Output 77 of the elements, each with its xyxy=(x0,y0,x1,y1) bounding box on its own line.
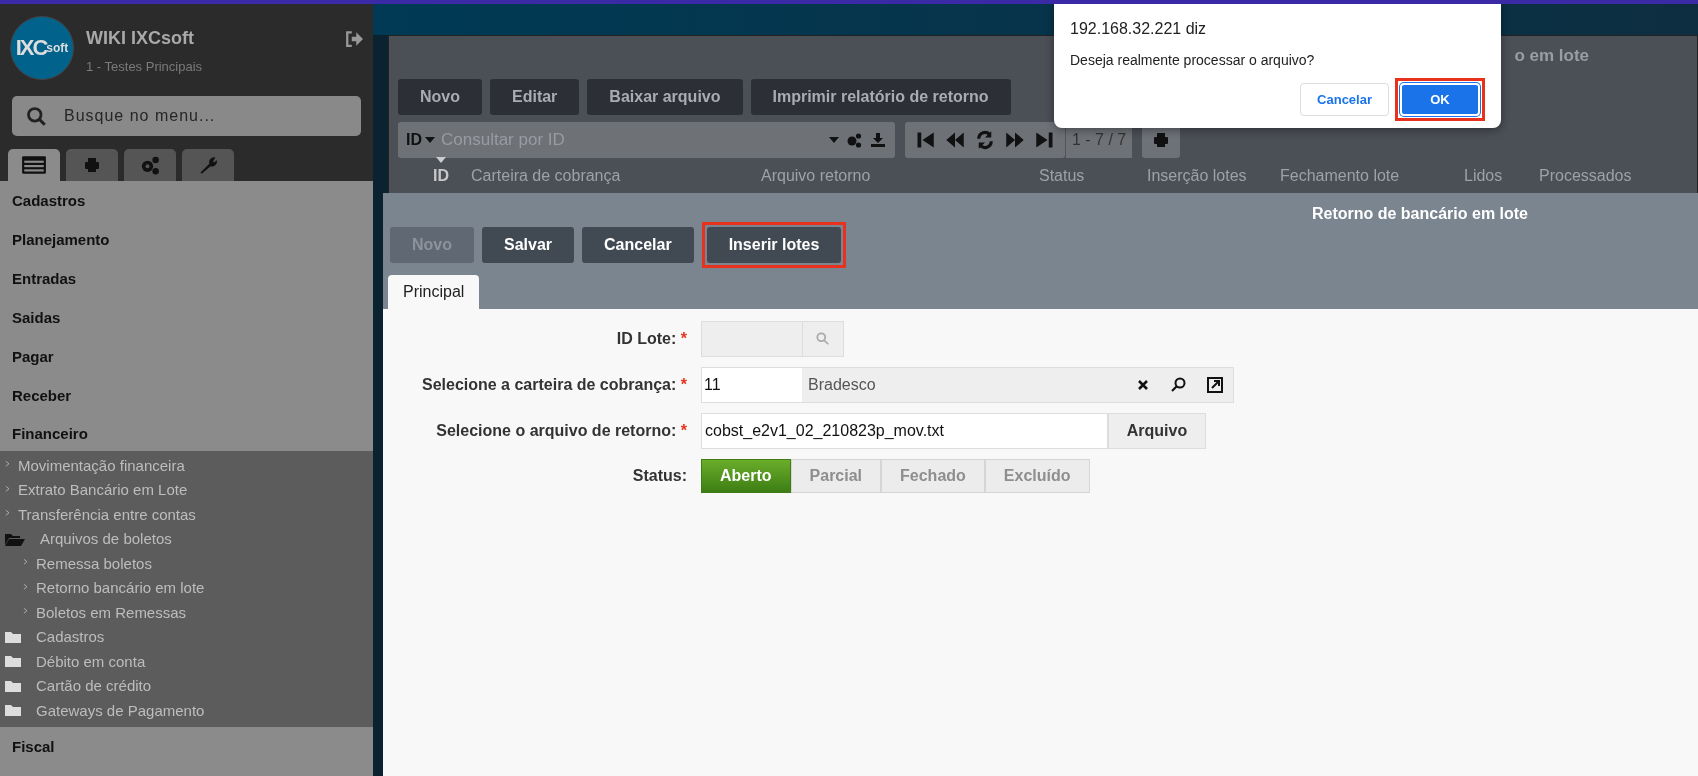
app-title: WIKI IXCsoft xyxy=(86,28,195,49)
logo: IXCsoft xyxy=(10,16,74,80)
menu-section[interactable]: Fiscal xyxy=(0,726,373,766)
search-icon xyxy=(816,332,830,346)
window-title: Retorno de bancário em lote xyxy=(1311,205,1528,223)
dialog-origin: 192.168.32.221 diz xyxy=(1070,20,1208,38)
toolbar-button[interactable]: Editar xyxy=(490,79,580,115)
column-header[interactable]: Lidos xyxy=(1464,167,1503,184)
sidebar-tab[interactable] xyxy=(8,149,60,181)
menu-item[interactable]: Transferência entre contas xyxy=(18,505,196,523)
toolbar-button[interactable]: Salvar xyxy=(482,227,575,263)
menu-search-field[interactable]: Busque no menu... xyxy=(12,96,361,136)
field-label: Selecione o arquivo de retorno: * xyxy=(436,422,687,440)
wrench-icon xyxy=(198,155,218,175)
toolbar-button[interactable]: Imprimir relatório de retorno xyxy=(750,79,1011,115)
status-option[interactable]: Aberto xyxy=(701,459,791,493)
logout-icon xyxy=(345,30,363,48)
column-header[interactable]: Processados xyxy=(1539,167,1632,184)
dialog-message: Deseja realmente processar o arquivo? xyxy=(1070,52,1316,68)
menu-section[interactable]: Pagar xyxy=(0,337,373,376)
column-header[interactable]: Status xyxy=(1039,167,1085,184)
window-title: o em lote xyxy=(1514,46,1589,66)
menu-section[interactable]: Planejamento xyxy=(0,220,373,259)
caret-icon xyxy=(829,136,839,144)
menu-section[interactable]: Receber xyxy=(0,376,373,415)
menu-item[interactable]: Extrato Bancário em Lote xyxy=(18,481,188,499)
id-lookup-field[interactable] xyxy=(701,321,844,357)
file-button[interactable]: Arquivo xyxy=(1108,413,1206,449)
folder-icon xyxy=(4,654,22,669)
menu-section[interactable]: Entradas xyxy=(0,259,373,298)
menu-item[interactable]: Débito em conta xyxy=(36,652,146,670)
dialog-button[interactable]: OK xyxy=(1400,83,1480,116)
dialog-button[interactable]: Cancelar xyxy=(1300,83,1389,116)
column-header[interactable]: Inserção lotes xyxy=(1147,167,1247,184)
status-option[interactable]: Parcial xyxy=(790,459,882,493)
first-page-icon xyxy=(915,130,935,150)
menu-item[interactable]: Movimentação financeira xyxy=(18,456,185,474)
menu-item[interactable]: Gateways de Pagamento xyxy=(36,701,205,719)
toolbar-button[interactable]: Cancelar xyxy=(582,227,694,263)
caret-icon xyxy=(425,136,435,144)
search-icon xyxy=(26,106,46,126)
input-field[interactable]: cobst_e2v1_02_210823p_mov.txt xyxy=(701,413,1108,449)
download-icon xyxy=(869,132,887,148)
column-header[interactable]: ID xyxy=(433,167,449,184)
previous-icon xyxy=(945,130,965,150)
sidebar-tab[interactable] xyxy=(182,149,234,181)
sidebar-tab[interactable] xyxy=(66,149,118,181)
folder-icon xyxy=(4,629,22,644)
menu-item[interactable]: Boletos em Remessas xyxy=(36,603,187,621)
folder-icon xyxy=(4,678,22,693)
column-header[interactable]: Arquivo retorno xyxy=(761,167,871,184)
last-page-icon xyxy=(1035,130,1055,150)
menu-item[interactable]: Cartão de crédito xyxy=(36,677,152,695)
status-option[interactable]: Excluído xyxy=(984,459,1090,493)
status-option[interactable]: Fechado xyxy=(881,459,985,493)
column-header[interactable]: Carteira de cobrança xyxy=(471,167,621,184)
list-icon xyxy=(21,155,47,175)
field-label: Selecione a carteira de cobrança: * xyxy=(421,376,687,394)
folder-icon xyxy=(4,703,22,718)
app-subtitle: 1 - Testes Principais xyxy=(86,59,204,74)
menu-item[interactable]: Cadastros xyxy=(36,628,105,646)
toolbar-button[interactable]: Inserir lotes xyxy=(706,227,842,263)
sidebar-tab[interactable] xyxy=(124,149,176,181)
form-tab[interactable]: Principal xyxy=(388,275,480,309)
toolbar-button[interactable]: Novo xyxy=(398,79,482,115)
menu-item[interactable]: Remessa boletos xyxy=(36,554,152,572)
menu-item[interactable]: Arquivos de boletos xyxy=(40,530,172,548)
column-header[interactable]: Fechamento lote xyxy=(1280,167,1400,184)
toolbar-button[interactable]: Baixar arquivo xyxy=(587,79,743,115)
next-icon xyxy=(1005,130,1025,150)
field-label: ID Lote: * xyxy=(616,330,687,348)
menu-section[interactable]: Cadastros xyxy=(0,181,373,220)
menu-section[interactable]: Financeiro xyxy=(0,415,373,451)
menu-section[interactable]: Saidas xyxy=(0,298,373,337)
refresh-icon xyxy=(975,130,995,150)
menu-item[interactable]: Retorno bancário em lote xyxy=(36,579,205,597)
field-label: Status: xyxy=(632,467,687,485)
